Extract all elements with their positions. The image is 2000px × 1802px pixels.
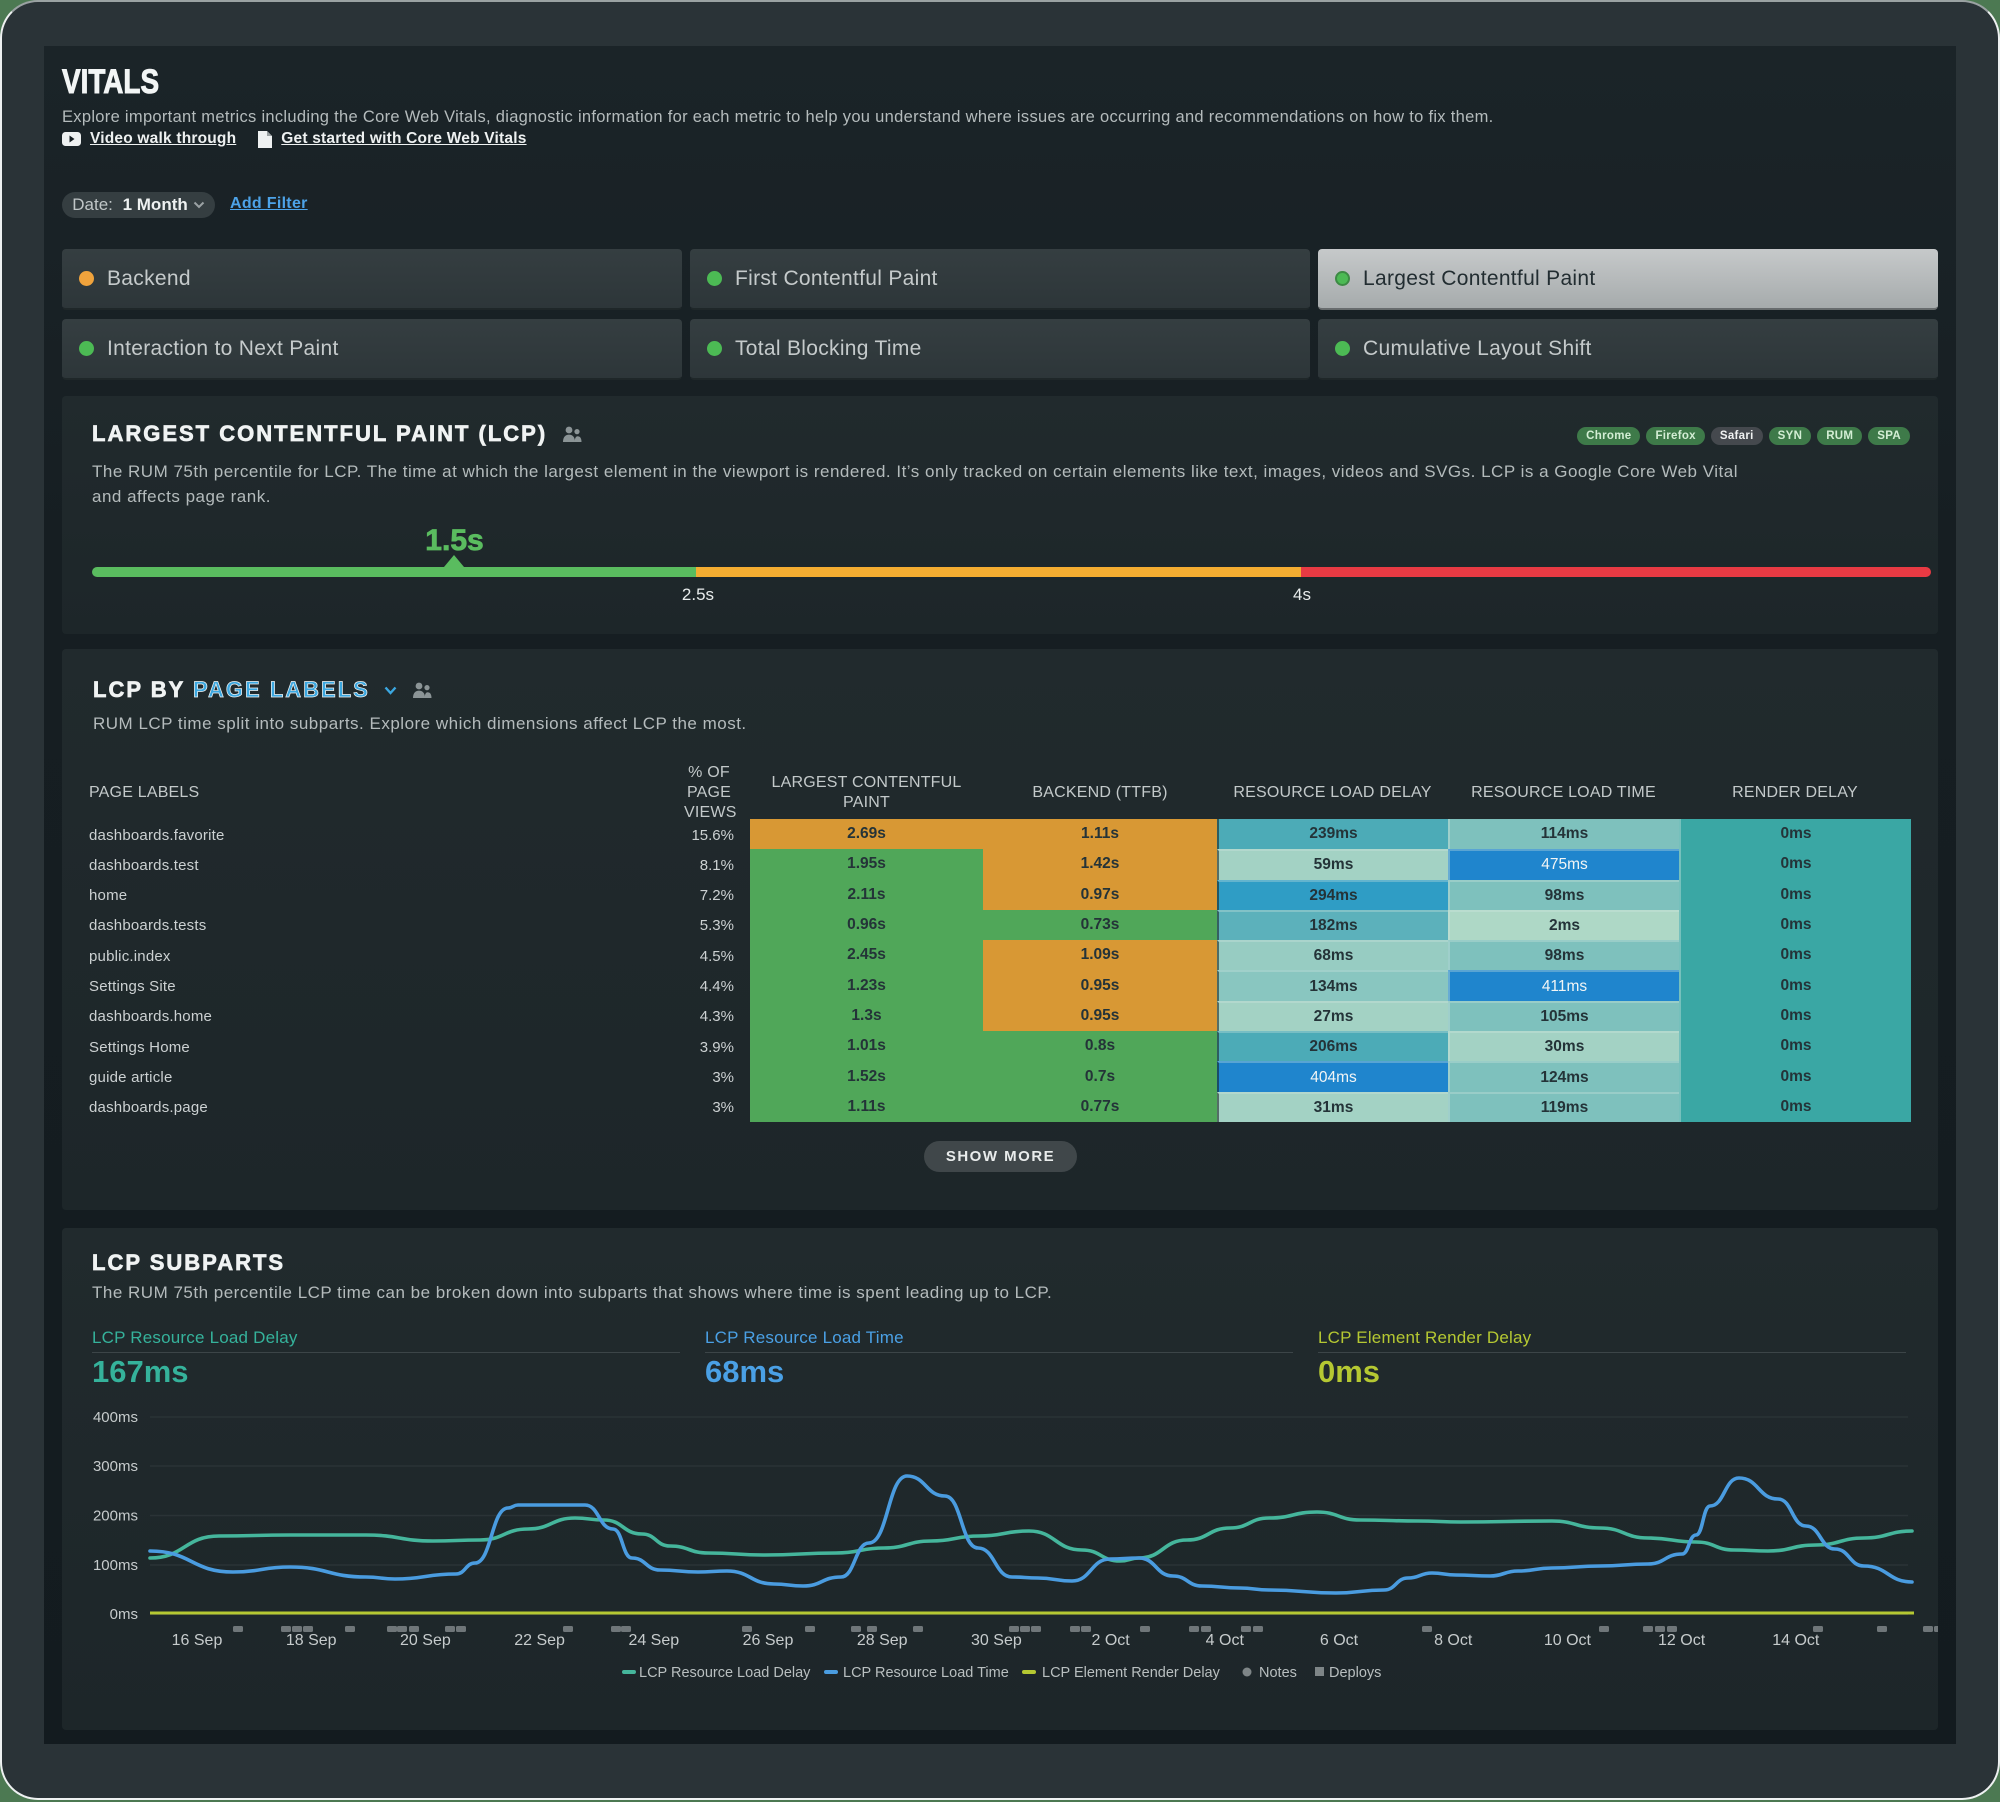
svg-text:26 Sep: 26 Sep (743, 1632, 794, 1649)
svg-text:LCP Resource Load Time: LCP Resource Load Time (843, 1665, 1009, 1681)
svg-text:28 Sep: 28 Sep (857, 1632, 908, 1649)
svg-text:Notes: Notes (1259, 1665, 1297, 1681)
svg-text:24 Sep: 24 Sep (628, 1632, 679, 1649)
svg-text:Deploys: Deploys (1329, 1665, 1381, 1681)
svg-text:20 Sep: 20 Sep (400, 1632, 451, 1649)
svg-text:18 Sep: 18 Sep (286, 1632, 337, 1649)
svg-text:8 Oct: 8 Oct (1434, 1632, 1473, 1649)
svg-text:30 Sep: 30 Sep (971, 1632, 1022, 1649)
svg-text:0ms: 0ms (110, 1606, 138, 1623)
svg-text:100ms: 100ms (93, 1557, 138, 1574)
svg-text:6 Oct: 6 Oct (1320, 1632, 1359, 1649)
svg-text:200ms: 200ms (93, 1508, 138, 1525)
svg-text:LCP Resource Load Delay: LCP Resource Load Delay (639, 1665, 811, 1681)
svg-text:LCP Element Render Delay: LCP Element Render Delay (1042, 1665, 1221, 1681)
svg-text:16 Sep: 16 Sep (172, 1632, 223, 1649)
svg-text:300ms: 300ms (93, 1458, 138, 1475)
svg-text:2 Oct: 2 Oct (1091, 1632, 1130, 1649)
svg-text:12 Oct: 12 Oct (1658, 1632, 1706, 1649)
svg-text:10 Oct: 10 Oct (1544, 1632, 1592, 1649)
svg-text:14 Oct: 14 Oct (1772, 1632, 1820, 1649)
svg-text:4 Oct: 4 Oct (1206, 1632, 1245, 1649)
svg-text:22 Sep: 22 Sep (514, 1632, 565, 1649)
svg-text:400ms: 400ms (93, 1409, 138, 1426)
